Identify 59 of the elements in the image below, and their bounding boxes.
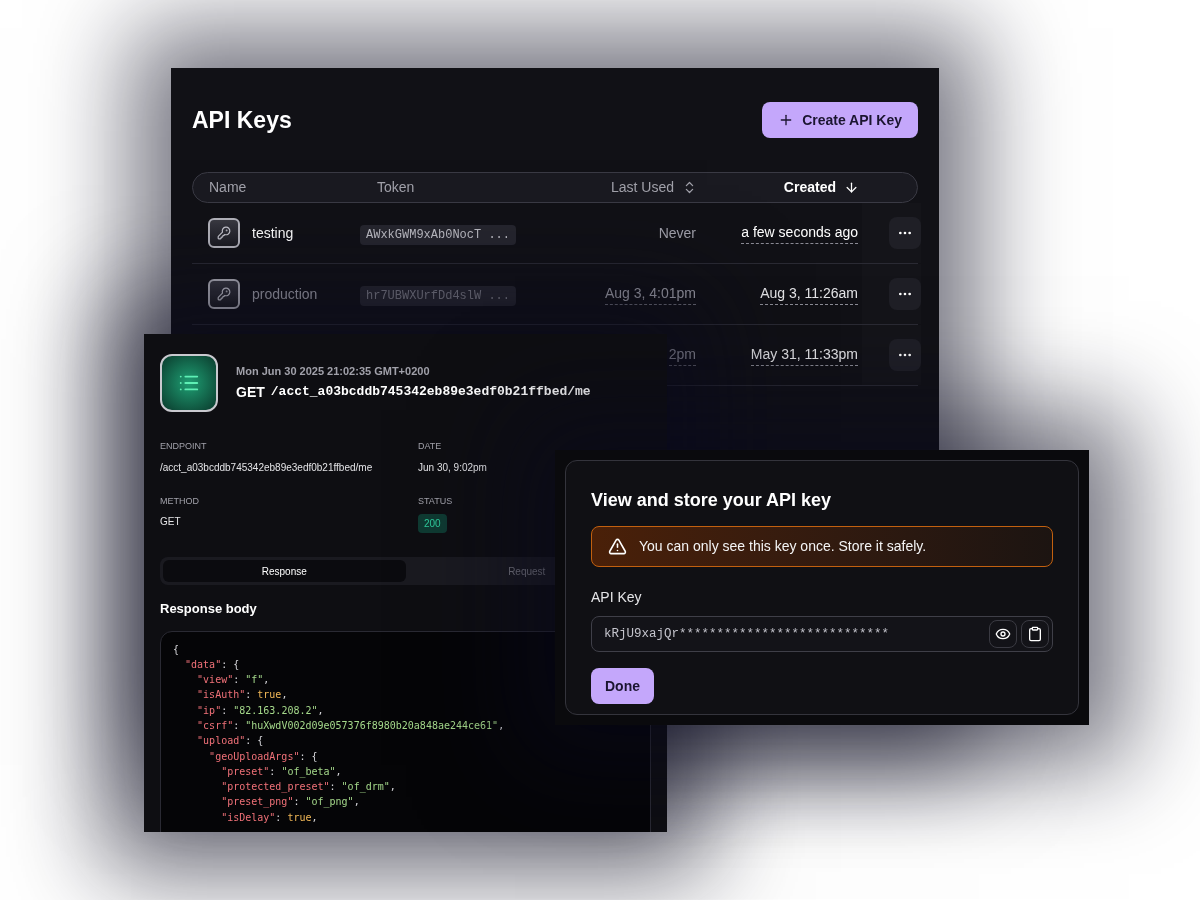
field-label: DATE	[418, 440, 442, 453]
api-key-field[interactable]: kRjU9xajQr****************************	[591, 616, 1053, 652]
code-line: "geoUploadArgs": {	[208, 749, 318, 764]
tab[interactable]: Response	[163, 560, 406, 582]
created-date: May 31, 11:33pm	[750, 344, 858, 366]
code-line: "view": "f",	[196, 673, 270, 688]
created-date: a few seconds ago	[741, 222, 858, 244]
warning-icon	[608, 537, 627, 556]
field-label: STATUS	[418, 494, 453, 508]
key-icon	[208, 279, 240, 309]
more-options-button[interactable]	[889, 278, 921, 310]
column-header[interactable]: Token	[377, 177, 415, 198]
code-line: "isDelay": true,	[220, 810, 318, 825]
last-used-date: Aug 3, 4:01pm	[604, 283, 696, 305]
page-title: API Keys	[192, 105, 292, 135]
code-line: "ip": "82.163.208.2",	[196, 703, 324, 718]
last-used-date: Never	[658, 223, 696, 243]
request-path: /acct_a03bcddb745342eb89e3edf0b21ffbed/me	[270, 383, 591, 402]
dialog-title: View and store your API key	[591, 489, 833, 512]
column-header[interactable]: Last Used	[610, 177, 697, 198]
more-options-button[interactable]	[889, 217, 921, 249]
timestamp: Mon Jun 30 2025 21:02:35 GMT+0200	[236, 363, 431, 379]
field-label: METHOD	[160, 494, 199, 508]
code-line: "csrf": "huXwdV002d09e057376f8980b20a848ae244ce61",	[196, 719, 505, 733]
field-value: GET	[160, 515, 181, 529]
api-key-value: kRjU9xajQr****************************	[604, 625, 891, 643]
clipboard-icon	[1027, 626, 1043, 642]
last-used-date: 2pm	[668, 344, 696, 366]
code-line: "preset": "of_beta",	[220, 764, 342, 780]
column-header[interactable]: Created	[783, 177, 859, 198]
created-date: Aug 3, 11:26am	[760, 283, 858, 305]
field-value: /acct_a03bcddb745342eb89e3edf0b21ffbed/me	[160, 460, 373, 475]
request-method: GET	[236, 383, 265, 403]
column-header[interactable]: Name	[209, 177, 247, 198]
token-value: AWxkGWM9xAb0NocT ...	[360, 224, 517, 245]
key-name: testing	[252, 223, 294, 243]
field-value: Jun 30, 9:02pm	[418, 460, 487, 475]
field-label: ENDPOINT	[160, 440, 207, 453]
code-line: "isAuth": true,	[196, 688, 288, 703]
done-button[interactable]: Done	[591, 668, 654, 704]
sort-descending-icon	[844, 180, 859, 195]
code-line: "protected_preset": "of_drm",	[220, 780, 396, 795]
key-icon	[208, 218, 240, 248]
field-label: API Key	[591, 588, 642, 607]
code-line: "data": {	[184, 657, 240, 672]
key-name: production	[252, 284, 318, 304]
more-options-button[interactable]	[889, 339, 921, 371]
create-api-key-button[interactable]: Create API Key	[762, 102, 918, 138]
code-line: "upload": {	[196, 734, 264, 749]
eye-icon	[995, 626, 1011, 642]
copy-button[interactable]	[1021, 620, 1049, 648]
show-key-button[interactable]	[989, 620, 1017, 648]
code-line: {	[173, 642, 180, 657]
status-badge: 200	[418, 514, 447, 533]
token-value: hr7UBWXUrfDd4slW ...	[360, 285, 517, 306]
warning-text: You can only see this key once. Store it safely.	[639, 537, 927, 556]
list-icon	[160, 354, 218, 412]
section-title: Response body	[160, 600, 258, 618]
code-line: "preset_png": "of_png",	[220, 795, 360, 810]
